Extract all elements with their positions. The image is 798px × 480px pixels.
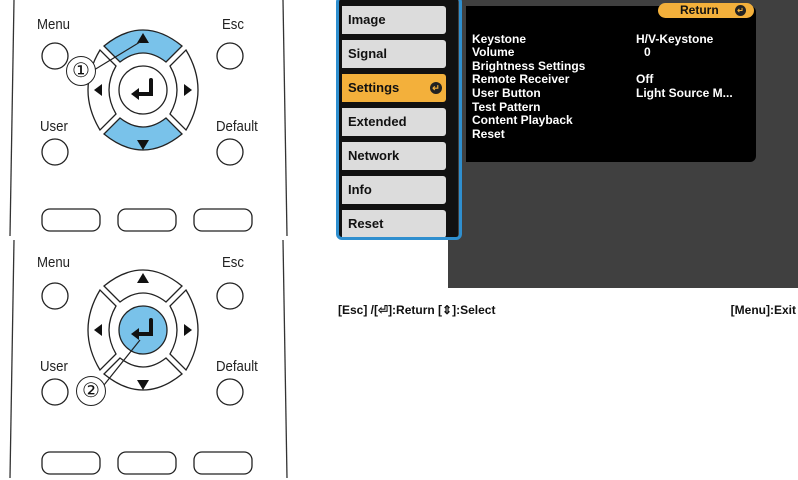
- enter-button[interactable]: [118, 305, 168, 355]
- setting-row-remote-receiver[interactable]: Remote Receiver Off: [472, 72, 762, 86]
- default-label: Default: [216, 358, 258, 375]
- esc-label: Esc: [222, 16, 245, 33]
- menu-button[interactable]: [41, 282, 69, 310]
- enter-icon: ↵: [735, 5, 746, 16]
- default-button[interactable]: [216, 378, 244, 406]
- default-label: Default: [216, 118, 258, 135]
- setting-row-content-playback[interactable]: Content Playback: [472, 113, 762, 127]
- remote-diagram-top: Menu Esc User Default ①: [0, 0, 300, 240]
- remote-diagram-bottom: Menu Esc User Default ②: [0, 240, 300, 480]
- remote-bottom-button-1[interactable]: [41, 451, 101, 475]
- user-button[interactable]: [41, 378, 69, 406]
- setting-row-keystone[interactable]: Keystone H/V-Keystone: [472, 32, 762, 46]
- esc-label: Esc: [222, 254, 245, 271]
- setting-row-test-pattern[interactable]: Test Pattern: [472, 100, 762, 114]
- esc-button[interactable]: [216, 282, 244, 310]
- remote-bottom-button-3[interactable]: [193, 451, 253, 475]
- default-button[interactable]: [216, 138, 244, 166]
- step-2-badge: ②: [76, 376, 106, 406]
- menu-button[interactable]: [41, 42, 69, 70]
- setting-row-brightness[interactable]: Brightness Settings: [472, 59, 762, 73]
- user-button[interactable]: [41, 138, 69, 166]
- return-button[interactable]: Return ↵: [658, 3, 754, 18]
- menu-label: Menu: [37, 16, 71, 33]
- esc-button[interactable]: [216, 42, 244, 70]
- user-label: User: [40, 358, 68, 375]
- help-bar-right: [Menu]:Exit: [730, 303, 796, 317]
- remote-bottom-button-2[interactable]: [117, 451, 177, 475]
- step-1-badge: ①: [66, 56, 96, 86]
- projector-osd: Image Signal Settings ↵ Extended Network…: [336, 0, 798, 288]
- osd-help-bar: [Esc] /[⏎]:Return [⇕]:Select [Menu]:Exit: [338, 303, 798, 317]
- return-label: Return: [680, 3, 719, 17]
- user-label: User: [40, 118, 68, 135]
- enter-button[interactable]: [118, 65, 168, 115]
- remote-bottom-button-2[interactable]: [117, 208, 177, 232]
- sidebar-highlight-frame: [336, 0, 462, 240]
- setting-row-reset[interactable]: Reset: [472, 127, 762, 141]
- setting-row-volume[interactable]: Volume 0: [472, 45, 762, 59]
- menu-label: Menu: [37, 254, 71, 271]
- setting-row-user-button[interactable]: User Button Light Source M...: [472, 86, 762, 100]
- remote-bottom-button-1[interactable]: [41, 208, 101, 232]
- help-bar-left: [Esc] /[⏎]:Return [⇕]:Select: [338, 303, 496, 317]
- remote-bottom-button-3[interactable]: [193, 208, 253, 232]
